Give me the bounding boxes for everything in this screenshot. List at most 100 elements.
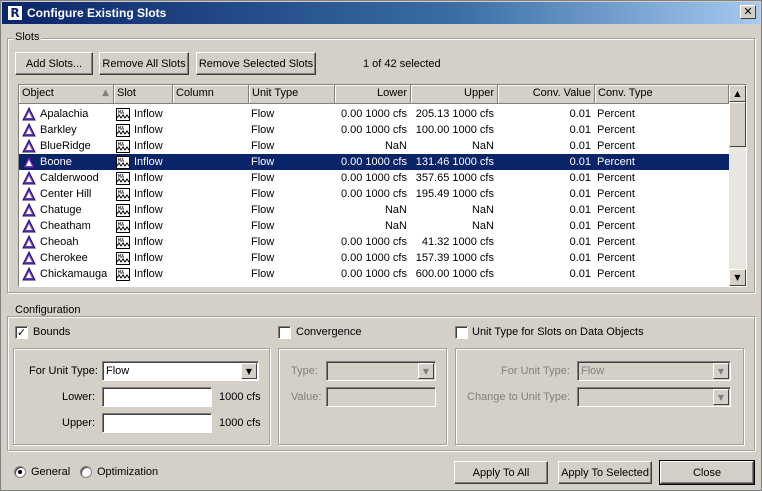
change-to-unit-type-select[interactable]: ▼ [577, 387, 731, 407]
remove-selected-slots-button[interactable]: Remove Selected Slots [196, 52, 316, 75]
cell-unit-type: Flow [249, 106, 335, 122]
cell-slot: MA Inflow [114, 218, 173, 234]
scroll-up-button[interactable]: ▲ [729, 85, 746, 102]
upper-value: 205.13 1000 cfs [415, 108, 494, 120]
unit-type-value: Flow [251, 188, 275, 200]
table-row[interactable]: Apalachia MA Inflow Flow 0.00 1000 cfs 205.13… [19, 106, 729, 122]
unit-type-value: Flow [251, 172, 275, 184]
column-header-slot[interactable]: Slot [114, 85, 173, 104]
object-name: Cheatham [40, 220, 91, 232]
cell-conv-value: 0.01 [498, 154, 595, 170]
conv-value: 0.01 [569, 188, 591, 200]
close-window-button[interactable]: ✕ [740, 5, 756, 19]
scroll-thumb[interactable] [729, 102, 746, 147]
convergence-type-select[interactable]: ▼ [326, 361, 436, 381]
cell-lower: NaN [335, 138, 411, 154]
reservoir-triangle-icon [22, 203, 36, 217]
column-header-column[interactable]: Column [173, 85, 249, 104]
cell-conv-type: Percent [595, 218, 729, 234]
cell-slot: MA Inflow [114, 170, 173, 186]
table-row[interactable]: Calderwood MA Inflow Flow 0.00 1000 cfs 357.6… [19, 170, 729, 186]
for-unit-type-select[interactable]: Flow ▼ [577, 361, 731, 381]
lower-label: Lower: [62, 391, 96, 403]
cell-object: Barkley [19, 122, 114, 138]
conv-value: 0.01 [569, 124, 591, 136]
cell-unit-type: Flow [249, 202, 335, 218]
unit-type-slots-checkbox[interactable] [455, 326, 468, 339]
cell-lower: 0.00 1000 cfs [335, 186, 411, 202]
conv-value: 0.01 [569, 156, 591, 168]
cell-conv-type: Percent [595, 122, 729, 138]
selection-status: 1 of 42 selected [363, 58, 441, 70]
conv-value: 0.01 [569, 220, 591, 232]
upper-input[interactable] [102, 413, 212, 433]
table-row[interactable]: Cherokee MA Inflow Flow 0.00 1000 cfs 157.39 … [19, 250, 729, 266]
time-series-slot-icon: MA [116, 139, 130, 153]
convergence-value-input[interactable] [326, 387, 436, 407]
table-row[interactable]: Chatuge MA Inflow Flow NaN NaN 0.01 Percent [19, 202, 729, 218]
cell-upper: 157.39 1000 cfs [411, 250, 498, 266]
column-header-conv-type[interactable]: Conv. Type [595, 85, 729, 104]
slots-table: Object ▲ Slot Column Unit Type Lower Uppe… [18, 84, 747, 287]
table-row[interactable]: Center Hill MA Inflow Flow 0.00 1000 cfs 195.… [19, 186, 729, 202]
apply-to-selected-button[interactable]: Apply To Selected [558, 461, 652, 484]
cell-unit-type: Flow [249, 186, 335, 202]
cell-conv-value: 0.01 [498, 138, 595, 154]
bounds-unit-type-select[interactable]: Flow ▼ [102, 361, 259, 381]
table-row[interactable]: Boone MA Inflow Flow 0.00 1000 cfs 131.46 100… [19, 154, 729, 170]
cell-unit-type: Flow [249, 218, 335, 234]
column-header-unit-type[interactable]: Unit Type [249, 85, 335, 104]
slot-name: Inflow [134, 188, 163, 200]
apply-to-all-button[interactable]: Apply To All [454, 461, 548, 484]
column-header-lower[interactable]: Lower [335, 85, 411, 104]
cell-conv-type: Percent [595, 154, 729, 170]
scroll-down-button[interactable]: ▼ [729, 269, 746, 286]
table-row[interactable]: Cheatham MA Inflow Flow NaN NaN 0.01 Percent [19, 218, 729, 234]
table-vertical-scrollbar[interactable]: ▲ ▼ [729, 85, 746, 286]
upper-value: NaN [471, 204, 494, 216]
reservoir-triangle-icon [22, 251, 36, 265]
cell-column [173, 234, 249, 250]
cell-upper: 357.65 1000 cfs [411, 170, 498, 186]
table-row[interactable]: BlueRidge MA Inflow Flow NaN NaN 0.01 Percent [19, 138, 729, 154]
object-name: Chickamauga [40, 268, 108, 280]
column-header-conv-value[interactable]: Conv. Value [498, 85, 595, 104]
cell-slot: MA Inflow [114, 138, 173, 154]
close-button[interactable]: Close [659, 460, 755, 485]
cell-conv-type: Percent [595, 170, 729, 186]
general-radio[interactable] [14, 466, 26, 478]
time-series-slot-icon: MA [116, 251, 130, 265]
upper-value: NaN [471, 140, 494, 152]
unit-type-value: Flow [251, 252, 275, 264]
cell-conv-value: 0.01 [498, 234, 595, 250]
reservoir-triangle-icon [22, 123, 36, 137]
cell-object: Cherokee [19, 250, 114, 266]
conv-type-value: Percent [597, 188, 635, 200]
optimization-radio[interactable] [80, 466, 92, 478]
slot-name: Inflow [134, 236, 163, 248]
column-header-upper[interactable]: Upper [411, 85, 498, 104]
convergence-checkbox[interactable] [278, 326, 291, 339]
unit-type-value: Flow [251, 140, 275, 152]
conv-type-value: Percent [597, 204, 635, 216]
add-slots-button[interactable]: Add Slots... [15, 52, 93, 75]
cell-conv-type: Percent [595, 186, 729, 202]
upper-value: 100.00 1000 cfs [415, 124, 494, 136]
lower-input[interactable] [102, 387, 212, 407]
cell-conv-value: 0.01 [498, 106, 595, 122]
table-row[interactable]: Chickamauga MA Inflow Flow 0.00 1000 cfs 600.… [19, 266, 729, 282]
cell-column [173, 186, 249, 202]
conv-value: 0.01 [569, 236, 591, 248]
lower-value: 0.00 1000 cfs [340, 108, 407, 120]
column-header-object[interactable]: Object ▲ [19, 85, 114, 104]
cell-upper: NaN [411, 218, 498, 234]
remove-all-slots-button[interactable]: Remove All Slots [99, 52, 189, 75]
cell-conv-type: Percent [595, 202, 729, 218]
table-row[interactable]: Barkley MA Inflow Flow 0.00 1000 cfs 100.00 1… [19, 122, 729, 138]
table-row[interactable]: Cheoah MA Inflow Flow 0.00 1000 cfs 41.32 100… [19, 234, 729, 250]
upper-label: Upper: [62, 417, 96, 429]
object-name: Chatuge [40, 204, 82, 216]
cell-column [173, 122, 249, 138]
bounds-checkbox[interactable]: ✓ [15, 326, 28, 339]
cell-unit-type: Flow [249, 250, 335, 266]
